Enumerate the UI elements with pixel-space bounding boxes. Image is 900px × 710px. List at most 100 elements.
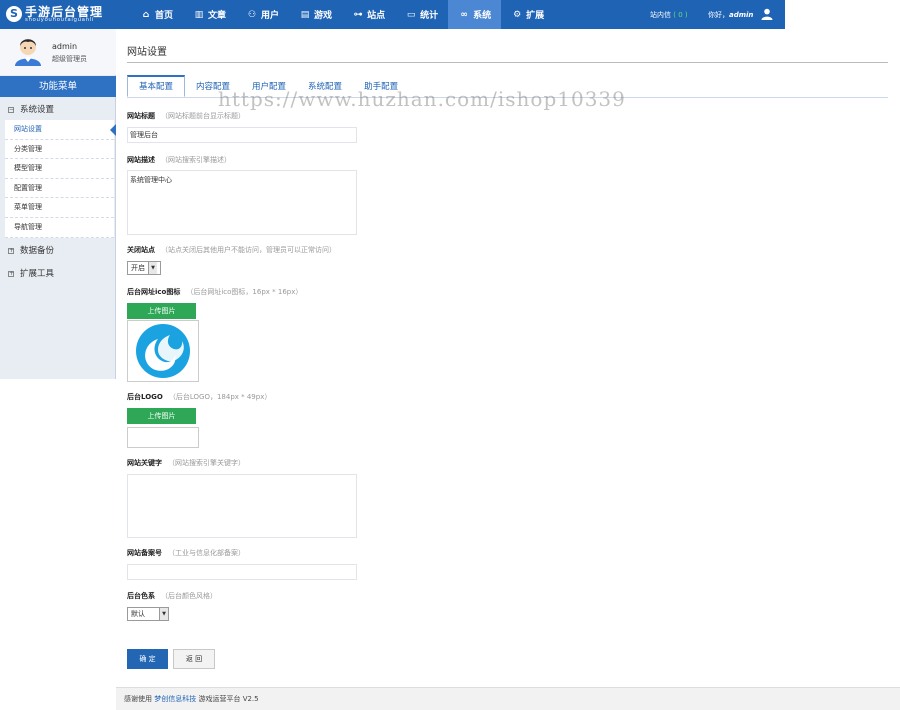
color-scheme-select[interactable]: 默认 ▼ bbox=[127, 607, 169, 621]
chevron-down-icon: ▼ bbox=[148, 262, 157, 274]
nav-label: 文章 bbox=[208, 11, 227, 21]
chevron-down-icon: ▼ bbox=[159, 608, 168, 620]
submit-button[interactable]: 确 定 bbox=[127, 649, 168, 669]
site-desc-textarea[interactable]: 系统管理中心 bbox=[127, 170, 357, 235]
gear-icon: ⚙ bbox=[513, 9, 522, 20]
footer-suffix: 游戏运营平台 V2.5 bbox=[198, 695, 259, 703]
nav-item-stats[interactable]: ▭ 统计 bbox=[395, 0, 448, 29]
user-icon: ⚇ bbox=[247, 9, 257, 20]
hint-text: （网站搜索引擎关键字） bbox=[168, 459, 245, 467]
sidebar-group-system[interactable]: − 系统设置 bbox=[0, 100, 116, 120]
sidebar-item-categories[interactable]: 分类管理 bbox=[5, 139, 114, 160]
site-logo-icon bbox=[136, 324, 190, 378]
hint-text: （后台LOGO，184px * 49px） bbox=[168, 393, 272, 401]
icp-input[interactable] bbox=[127, 564, 357, 580]
icp-label: 网站备案号 （工业与信息化部备案） bbox=[127, 548, 245, 558]
nav-item-users[interactable]: ⚇ 用户 bbox=[236, 0, 289, 29]
top-navbar: S 手游后台管理 shouyouhoutaiguanli ⌂ 首页 ▥ 文章 ⚇… bbox=[0, 0, 785, 29]
nav-item-extend[interactable]: ⚙ 扩展 bbox=[501, 0, 554, 29]
site-title-label: 网站标题 （网站标题前台显示标题） bbox=[127, 111, 245, 121]
nav-label: 游戏 bbox=[314, 11, 333, 21]
admin-profile: admin 超级管理员 bbox=[0, 29, 116, 75]
tab-basic[interactable]: 基本配置 bbox=[127, 75, 186, 97]
nav-item-home[interactable]: ⌂ 首页 bbox=[130, 0, 183, 29]
nav-label: 扩展 bbox=[526, 11, 545, 21]
document-icon: ▤ bbox=[300, 9, 310, 20]
label-text: 关闭站点 bbox=[127, 246, 155, 254]
sidebar-group-tools[interactable]: + 扩展工具 bbox=[0, 264, 116, 284]
messages-link[interactable]: 站内信 ( 0 ) bbox=[650, 10, 688, 20]
ico-label: 后台网址ico图标 （后台网址ico图标，16px * 16px） bbox=[127, 287, 302, 297]
nav-item-articles[interactable]: ▥ 文章 bbox=[183, 0, 236, 29]
topbar-blank bbox=[785, 0, 900, 29]
nav-item-system[interactable]: ∞ 系统 bbox=[448, 0, 502, 29]
link-icon: ∞ bbox=[460, 9, 468, 20]
sidebar-item-navigation[interactable]: 导航管理 bbox=[5, 217, 114, 238]
user-menu-icon[interactable] bbox=[761, 8, 773, 20]
nav-label: 统计 bbox=[420, 11, 439, 21]
hint-text: （工业与信息化部备案） bbox=[168, 549, 245, 557]
hint-text: （网站搜索引擎描述） bbox=[161, 156, 231, 164]
collapse-icon: − bbox=[8, 105, 15, 113]
nav-item-games[interactable]: ▤ 游戏 bbox=[289, 0, 342, 29]
messages-label: 站内信 bbox=[650, 11, 671, 19]
watermark-text: https://www.huzhan.com/ishop10339 bbox=[218, 87, 626, 111]
chart-icon: ▥ bbox=[194, 9, 204, 20]
greeting-label: 你好， bbox=[708, 11, 729, 19]
upload-ico-button[interactable]: 上传图片 bbox=[127, 303, 196, 319]
monitor-icon: ▭ bbox=[406, 9, 416, 20]
app-logo[interactable]: S 手游后台管理 shouyouhoutaiguanli bbox=[6, 3, 118, 26]
footer-company-link[interactable]: 梦创信息科技 bbox=[154, 695, 196, 703]
sidebar-group-label: 系统设置 bbox=[20, 105, 55, 115]
close-site-select[interactable]: 开启 ▼ bbox=[127, 261, 161, 275]
menu-title: 功能菜单 bbox=[0, 76, 116, 97]
label-text: 网站描述 bbox=[127, 156, 155, 164]
expand-icon: + bbox=[8, 246, 15, 254]
site-desc-label: 网站描述 （网站搜索引擎描述） bbox=[127, 155, 231, 165]
logo-preview bbox=[127, 427, 199, 448]
greeting-user: admin bbox=[729, 11, 754, 19]
logo-icon: S bbox=[6, 6, 22, 22]
main-nav: ⌂ 首页 ▥ 文章 ⚇ 用户 ▤ 游戏 ⊶ 站点 ▭ 统计 ∞ 系统 ⚙ 扩展 bbox=[130, 0, 554, 29]
hint-text: （站点关闭后其他用户不能访问，管理员可以正常访问） bbox=[161, 246, 336, 254]
label-text: 后台网址ico图标 bbox=[127, 288, 181, 296]
footer: 感谢使用 梦创信息科技 游戏运营平台 V2.5 bbox=[116, 687, 900, 710]
logo-label: 后台LOGO （后台LOGO，184px * 49px） bbox=[127, 392, 271, 402]
select-value: 开启 bbox=[131, 264, 145, 272]
sidebar-item-site-settings[interactable]: 网站设置 bbox=[5, 120, 116, 140]
sidebar-group-label: 数据备份 bbox=[20, 246, 55, 256]
sidebar: admin 超级管理员 功能菜单 − 系统设置 网站设置 分类管理 模型管理 配置… bbox=[0, 29, 116, 379]
home-icon: ⌂ bbox=[142, 9, 150, 20]
footer-prefix: 感谢使用 bbox=[124, 695, 152, 703]
color-label: 后台色系 （后台颜色风格） bbox=[127, 591, 217, 601]
messages-count: ( 0 ) bbox=[673, 11, 688, 19]
hint-text: （网站标题前台显示标题） bbox=[161, 112, 245, 120]
admin-role: 超级管理员 bbox=[52, 55, 87, 63]
sitemap-icon: ⊶ bbox=[353, 9, 363, 20]
label-text: 后台LOGO bbox=[127, 393, 163, 401]
page-title: 网站设置 bbox=[127, 47, 167, 58]
keywords-label: 网站关键字 （网站搜索引擎关键字） bbox=[127, 458, 245, 468]
close-site-label: 关闭站点 （站点关闭后其他用户不能访问，管理员可以正常访问） bbox=[127, 245, 336, 255]
divider bbox=[127, 62, 888, 63]
admin-name: admin bbox=[52, 42, 78, 51]
sidebar-group-backup[interactable]: + 数据备份 bbox=[0, 241, 116, 261]
upload-logo-button[interactable]: 上传图片 bbox=[127, 408, 196, 424]
nav-label: 系统 bbox=[473, 11, 492, 21]
sidebar-item-config[interactable]: 配置管理 bbox=[5, 178, 114, 199]
label-text: 网站备案号 bbox=[127, 549, 162, 557]
expand-icon: + bbox=[8, 269, 15, 277]
back-button[interactable]: 返 回 bbox=[173, 649, 215, 669]
sidebar-item-models[interactable]: 模型管理 bbox=[5, 159, 114, 179]
sidebar-item-menus[interactable]: 菜单管理 bbox=[5, 198, 114, 218]
nav-label: 用户 bbox=[261, 11, 280, 21]
sidebar-group-label: 扩展工具 bbox=[20, 269, 55, 279]
nav-label: 首页 bbox=[155, 11, 174, 21]
label-text: 网站关键字 bbox=[127, 459, 162, 467]
label-text: 网站标题 bbox=[127, 112, 155, 120]
keywords-textarea[interactable] bbox=[127, 474, 357, 538]
site-title-input[interactable] bbox=[127, 127, 357, 143]
nav-item-sites[interactable]: ⊶ 站点 bbox=[342, 0, 395, 29]
hint-text: （后台颜色风格） bbox=[161, 592, 217, 600]
avatar bbox=[15, 39, 41, 66]
